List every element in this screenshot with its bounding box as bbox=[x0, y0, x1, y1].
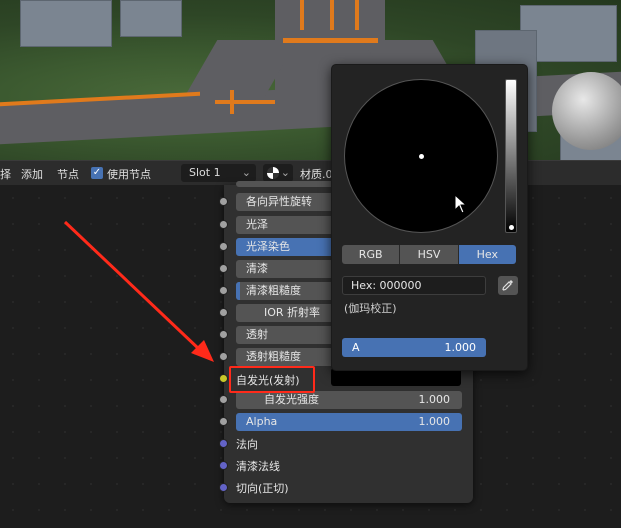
input-socket[interactable] bbox=[219, 197, 228, 206]
input-socket[interactable] bbox=[219, 417, 228, 426]
menu-node[interactable]: 节点 bbox=[57, 166, 79, 182]
menu-select[interactable]: 择 bbox=[0, 166, 11, 182]
menu-add[interactable]: 添加 bbox=[21, 166, 43, 182]
input-socket[interactable] bbox=[219, 352, 228, 361]
tab-rgb[interactable]: RGB bbox=[342, 245, 401, 264]
value-slider-handle[interactable] bbox=[509, 225, 514, 230]
node-prop-emission-strength[interactable]: 自发光强度 1.000 bbox=[236, 391, 462, 409]
normal-socket[interactable] bbox=[219, 439, 228, 448]
gamma-note: (伽玛校正) bbox=[344, 302, 397, 315]
input-socket[interactable] bbox=[219, 286, 228, 295]
tab-hex[interactable]: Hex bbox=[458, 245, 516, 264]
slot-label: Slot 1 bbox=[189, 166, 221, 179]
clearcoat-normal-socket[interactable] bbox=[219, 461, 228, 470]
input-socket[interactable] bbox=[219, 395, 228, 404]
tangent-socket[interactable] bbox=[219, 483, 228, 492]
color-wheel[interactable] bbox=[344, 79, 498, 233]
input-socket[interactable] bbox=[219, 220, 228, 229]
material-name-field[interactable]: 材质.0 bbox=[300, 166, 333, 182]
alpha-slider[interactable]: A 1.000 bbox=[342, 338, 486, 357]
mouse-cursor-icon bbox=[454, 194, 468, 214]
eyedropper-icon bbox=[502, 280, 513, 291]
color-wheel-cursor[interactable] bbox=[419, 154, 424, 159]
use-nodes-label[interactable]: 使用节点 bbox=[107, 166, 151, 182]
node-prop-alpha[interactable]: Alpha 1.000 bbox=[236, 413, 462, 431]
value-slider[interactable] bbox=[505, 79, 517, 233]
annotation-highlight-box bbox=[229, 366, 315, 393]
use-nodes-checkbox[interactable]: ✓ bbox=[91, 167, 103, 179]
color-mode-tabs: RGB HSV Hex bbox=[342, 245, 516, 264]
input-socket[interactable] bbox=[219, 264, 228, 273]
input-socket[interactable] bbox=[219, 308, 228, 317]
color-picker-popup[interactable]: RGB HSV Hex Hex: 000000 (伽玛校正) A 1.000 bbox=[331, 64, 528, 371]
input-socket[interactable] bbox=[219, 242, 228, 251]
tangent-label: 切向(正切) bbox=[236, 482, 289, 495]
normal-label: 法向 bbox=[236, 438, 258, 451]
chevron-down-icon: ⌄ bbox=[280, 166, 290, 179]
hex-input[interactable]: Hex: 000000 bbox=[342, 276, 486, 295]
input-socket[interactable] bbox=[219, 330, 228, 339]
check-icon: ✓ bbox=[92, 167, 102, 178]
material-browse-button[interactable]: ⌄ bbox=[263, 164, 293, 182]
emission-socket[interactable] bbox=[219, 374, 228, 383]
eyedropper-button[interactable] bbox=[498, 276, 518, 295]
tab-hsv[interactable]: HSV bbox=[400, 245, 459, 264]
material-ball-icon bbox=[267, 167, 279, 179]
clearcoat-normal-label: 清漆法线 bbox=[236, 460, 280, 473]
slot-dropdown[interactable]: Slot 1 ⌄ bbox=[181, 164, 256, 182]
chevron-down-icon: ⌄ bbox=[241, 166, 251, 179]
